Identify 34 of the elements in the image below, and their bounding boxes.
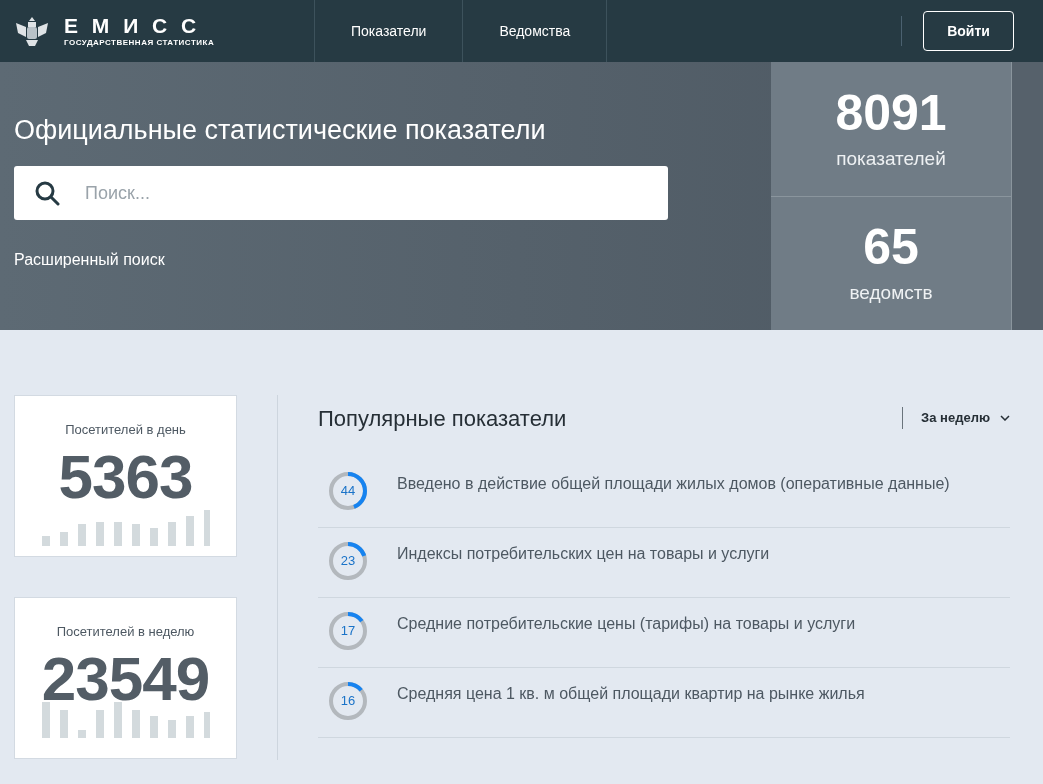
- chevron-down-icon: [1000, 415, 1010, 421]
- indicator-name: Индексы потребительских цен на товары и услуги: [397, 544, 770, 564]
- view-count: 17: [340, 624, 356, 638]
- progress-ring: [327, 610, 369, 652]
- logo-title: Е М И С С: [64, 14, 202, 38]
- period-dropdown[interactable]: За неделю: [921, 408, 1010, 428]
- search-icon: [34, 180, 60, 206]
- card-label: Посетителей в неделю: [56, 623, 195, 641]
- view-count: 23: [340, 554, 356, 568]
- visitor-count: 5363: [58, 445, 193, 508]
- indicator-name: Средняя цена 1 кв. м общей площади квартир на рынке жилья: [397, 684, 865, 704]
- stat-value: 8091: [835, 84, 947, 141]
- search-field[interactable]: Поиск...: [14, 166, 668, 220]
- visitor-count: 23549: [41, 647, 210, 710]
- progress-ring: [327, 540, 369, 582]
- progress-ring: [327, 470, 369, 512]
- indicator-row[interactable]: 17 Средние потребительские цены (тарифы) на товары и услуги: [318, 598, 1010, 668]
- advanced-search-link[interactable]: Расширенный поиск: [14, 248, 165, 272]
- page-title: Официальные статистические показатели: [14, 114, 547, 147]
- indicator-row[interactable]: 23 Индексы потребительских цен на товары и услуги: [318, 528, 1010, 598]
- progress-ring: [327, 680, 369, 722]
- view-count: 44: [340, 484, 356, 498]
- logo-subtitle: ГОСУДАРСТВЕННАЯ СТАТИСТИКА: [64, 38, 215, 48]
- indicator-row[interactable]: 16 Средняя цена 1 кв. м общей площади квартир на рынке жилья: [318, 668, 1010, 738]
- stat-label: показателей: [836, 146, 946, 171]
- login-button[interactable]: Войти: [923, 11, 1014, 51]
- section-title: Популярные показатели: [318, 404, 568, 433]
- view-count: 16: [340, 694, 356, 708]
- stat-label: ведомств: [849, 281, 933, 305]
- indicator-row[interactable]: 44 Введено в действие общей площади жилых домов (оперативные данные): [318, 458, 1010, 528]
- card-label: Посетителей в день: [65, 421, 186, 439]
- stat-value: 65: [863, 219, 919, 275]
- indicator-name: Средние потребительские цены (тарифы) на товары и услуги: [397, 614, 856, 634]
- indicator-name: Введено в действие общей площади жилых домов (оперативные данные): [397, 474, 950, 494]
